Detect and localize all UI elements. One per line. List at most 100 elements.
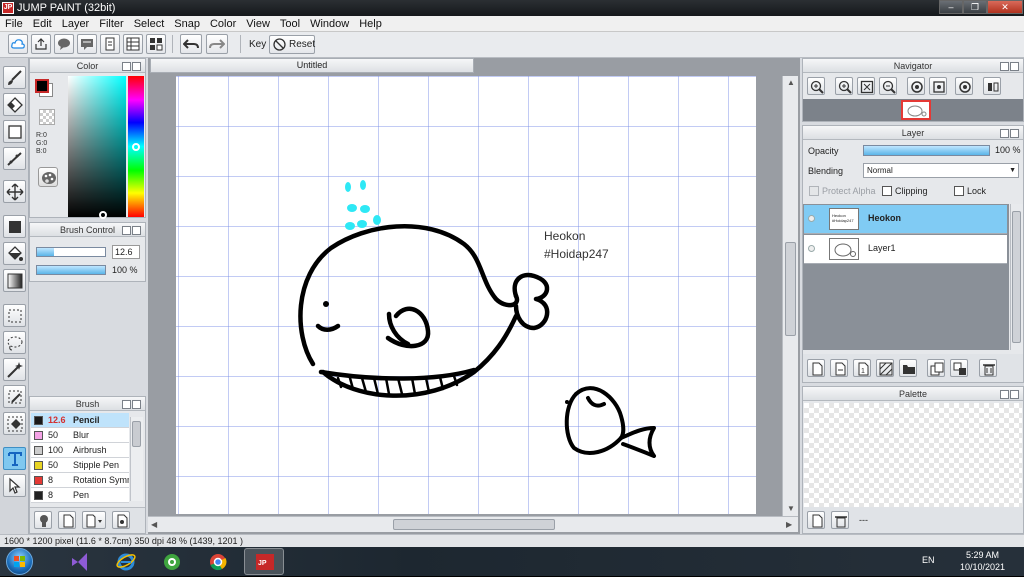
zoom-in-alt-icon[interactable] <box>835 77 853 95</box>
brush-icon[interactable] <box>3 66 26 89</box>
menu-view[interactable]: View <box>241 16 275 32</box>
visual-studio-icon[interactable] <box>60 548 100 575</box>
message-icon[interactable] <box>77 34 97 54</box>
grid-icon[interactable] <box>146 34 166 54</box>
canvas-vertical-scrollbar[interactable]: ▲ ▼ <box>782 76 798 516</box>
float-icon[interactable] <box>1000 62 1009 71</box>
line-icon[interactable] <box>3 147 26 170</box>
zoom-out-icon[interactable] <box>879 77 897 95</box>
minimize-icon[interactable]: – <box>939 0 963 14</box>
menu-window[interactable]: Window <box>305 16 354 32</box>
rotate-right-icon[interactable] <box>955 77 973 95</box>
folder-icon[interactable] <box>899 359 917 377</box>
menu-help[interactable]: Help <box>354 16 387 32</box>
float-icon[interactable] <box>1000 390 1009 399</box>
fit-screen-icon[interactable] <box>857 77 875 95</box>
palette-icon[interactable] <box>38 167 58 187</box>
brush-item-pencil[interactable]: 12.6 Pencil <box>31 413 129 428</box>
delete-layer-icon[interactable] <box>979 359 997 377</box>
layer-opacity-slider[interactable] <box>863 145 990 156</box>
system-clock[interactable]: 5:29 AM 10/10/2021 <box>955 549 1010 573</box>
document-icon[interactable] <box>100 34 120 54</box>
marquee-icon[interactable] <box>3 304 26 327</box>
menu-edit[interactable]: Edit <box>28 16 57 32</box>
close-icon[interactable]: ✕ <box>987 0 1023 14</box>
canvas[interactable]: Heokon #Hoidap247 <box>176 76 756 514</box>
blending-select[interactable]: Normal ▼ <box>863 163 1019 178</box>
hue-slider-marker[interactable] <box>132 143 140 151</box>
brush-item-pen[interactable]: 8 Pen <box>31 488 129 503</box>
windows-start-icon[interactable] <box>6 548 33 575</box>
fill-rect-icon[interactable] <box>3 215 26 238</box>
menu-layer[interactable]: Layer <box>57 16 95 32</box>
palette-grid[interactable] <box>804 403 1022 507</box>
internet-explorer-icon[interactable] <box>106 548 146 575</box>
close-panel-icon[interactable] <box>1010 390 1019 399</box>
layer-list-scroll-thumb[interactable] <box>1012 211 1021 343</box>
scroll-right-icon[interactable]: ▶ <box>786 520 792 529</box>
add-brush-icon[interactable] <box>34 511 52 529</box>
zoom-in-icon[interactable] <box>807 77 825 95</box>
duplicate-layer-icon[interactable] <box>927 359 945 377</box>
lasso-icon[interactable] <box>3 331 26 354</box>
brush-item-rotation-symm[interactable]: 8 Rotation Symm <box>31 473 129 488</box>
saturation-value-picker[interactable] <box>68 76 126 217</box>
brush-settings-icon[interactable] <box>112 511 130 529</box>
redo-icon[interactable] <box>206 34 228 54</box>
input-language[interactable]: EN <box>922 555 935 565</box>
restore-icon[interactable]: ❐ <box>963 0 987 14</box>
layer-item-heokon[interactable]: Heokon #Hoidap247 Heokon <box>804 205 1007 234</box>
jump-paint-taskbar-icon[interactable]: JP <box>244 548 284 575</box>
comment-icon[interactable] <box>54 34 74 54</box>
chrome-icon[interactable] <box>198 548 238 575</box>
new-layer-icon[interactable] <box>807 359 825 377</box>
brush-size-slider[interactable] <box>36 247 106 257</box>
undo-icon[interactable] <box>180 34 202 54</box>
menu-color[interactable]: Color <box>205 16 241 32</box>
menu-file[interactable]: File <box>0 16 28 32</box>
brush-menu-icon[interactable] <box>82 511 106 529</box>
cloud-icon[interactable] <box>8 34 28 54</box>
navigator-preview[interactable] <box>803 99 1023 121</box>
new-brush-icon[interactable] <box>58 511 76 529</box>
gradient-icon[interactable] <box>3 269 26 292</box>
foreground-color-swatch[interactable] <box>35 79 49 93</box>
vertical-scroll-thumb[interactable] <box>785 242 796 336</box>
bucket-icon[interactable] <box>3 242 26 265</box>
visibility-icon[interactable] <box>808 245 815 252</box>
menu-tool[interactable]: Tool <box>275 16 305 32</box>
rotate-reset-icon[interactable] <box>929 77 947 95</box>
close-panel-icon[interactable] <box>1010 62 1019 71</box>
transform-icon[interactable] <box>3 474 26 497</box>
clipping-checkbox[interactable]: Clipping <box>882 186 928 197</box>
eyedropper-icon[interactable] <box>3 385 26 408</box>
share-icon[interactable] <box>31 34 51 54</box>
merge-layer-icon[interactable] <box>950 359 968 377</box>
brush-item-stipple-pen[interactable]: 50 Stipple Pen <box>31 458 129 473</box>
flip-horizontal-icon[interactable] <box>983 77 1001 95</box>
close-panel-icon[interactable] <box>132 226 141 235</box>
eraser-select-icon[interactable] <box>3 412 26 435</box>
layer-item-layer1[interactable]: Layer1 <box>804 235 1007 264</box>
close-panel-icon[interactable] <box>132 400 141 409</box>
scroll-down-icon[interactable]: ▼ <box>787 504 795 513</box>
magic-wand-icon[interactable] <box>3 358 26 381</box>
settings-grid-icon[interactable] <box>123 34 143 54</box>
float-icon[interactable] <box>122 400 131 409</box>
brush-list-scroll-thumb[interactable] <box>132 421 141 447</box>
eraser-icon[interactable] <box>3 93 26 116</box>
brush-item-blur[interactable]: 50 Blur <box>31 428 129 443</box>
visibility-icon[interactable] <box>808 215 815 222</box>
scroll-left-icon[interactable]: ◀ <box>151 520 157 529</box>
transparent-color-icon[interactable] <box>39 109 55 125</box>
new-layer-alt-icon[interactable] <box>830 359 848 377</box>
lock-checkbox[interactable]: Lock <box>954 186 986 197</box>
protect-alpha-checkbox[interactable]: Protect Alpha <box>809 186 876 197</box>
brush-size-value[interactable]: 12.6 <box>112 245 140 259</box>
coccoc-browser-icon[interactable] <box>152 548 192 575</box>
navigator-viewport[interactable] <box>901 100 931 120</box>
new-palette-icon[interactable] <box>807 511 825 529</box>
delete-palette-icon[interactable] <box>831 511 849 529</box>
canvas-horizontal-scrollbar[interactable]: ◀ ▶ <box>148 516 798 532</box>
text-tool-icon[interactable] <box>3 447 26 470</box>
